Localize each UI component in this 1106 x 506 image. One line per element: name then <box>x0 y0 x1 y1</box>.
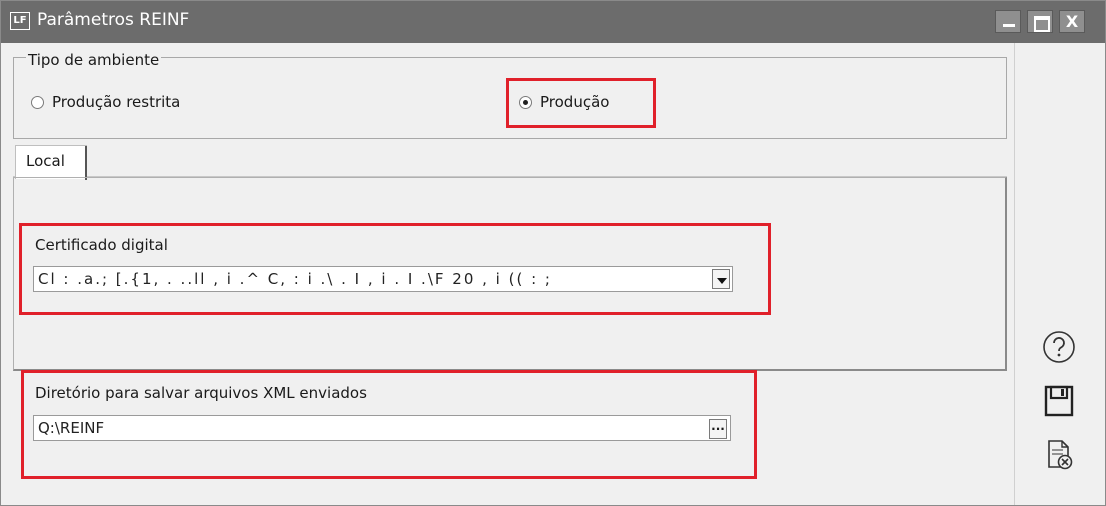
help-icon[interactable] <box>1041 329 1077 365</box>
highlight-xml-directory <box>21 370 757 479</box>
title-bar: LF Parâmetros REINF X <box>1 1 1105 43</box>
window-parametros-reinf: LF Parâmetros REINF X Tipo de ambiente P… <box>0 0 1106 506</box>
close-button[interactable]: X <box>1059 10 1085 33</box>
maximize-button[interactable] <box>1027 10 1053 33</box>
tab-strip <box>13 143 1007 177</box>
radio-producao-restrita[interactable]: Produção restrita <box>31 93 180 111</box>
action-panel <box>1014 43 1105 505</box>
tab-local[interactable]: Local <box>15 145 87 180</box>
radio-label: Produção restrita <box>52 93 181 111</box>
highlight-certificate <box>19 223 771 315</box>
cancel-document-icon[interactable] <box>1041 437 1077 473</box>
environment-legend: Tipo de ambiente <box>26 51 162 69</box>
highlight-producao <box>506 78 656 128</box>
save-icon[interactable] <box>1041 383 1077 419</box>
app-icon: LF <box>10 12 30 30</box>
radio-circle[interactable] <box>31 95 44 109</box>
minimize-button[interactable] <box>995 10 1021 33</box>
window-title: Parâmetros REINF <box>37 10 190 30</box>
